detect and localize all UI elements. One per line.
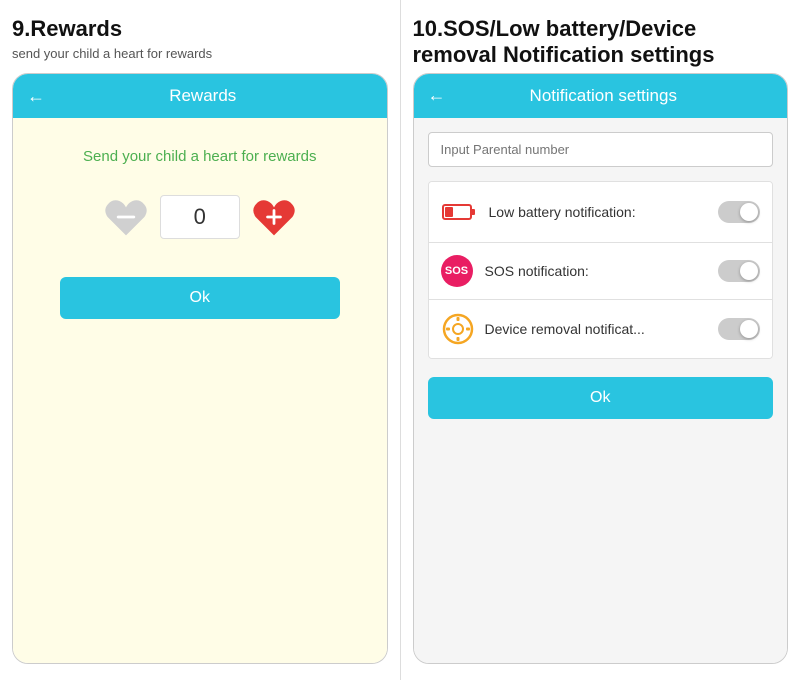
sos-label: SOS notification: — [485, 263, 719, 279]
increase-heart-button[interactable] — [250, 193, 298, 241]
rewards-back-button[interactable]: ← — [27, 86, 45, 107]
parental-number-input[interactable] — [428, 132, 774, 167]
device-icon — [441, 312, 475, 346]
rewards-ok-button[interactable]: Ok — [60, 277, 340, 319]
low-battery-row: Low battery notification: — [429, 182, 773, 243]
device-removal-row: Device removal notificat... — [429, 300, 773, 358]
sos-toggle[interactable] — [718, 260, 760, 282]
notification-phone-shell: ← Notification settings Low battery noti… — [413, 73, 789, 664]
sos-icon: SOS — [441, 255, 473, 287]
device-removal-toggle[interactable] — [718, 318, 760, 340]
rewards-phone-shell: ← Rewards Send your child a heart for re… — [12, 73, 388, 664]
rewards-app-bar-title: Rewards — [57, 86, 349, 106]
notif-ok-button[interactable]: Ok — [428, 377, 774, 419]
left-section-subtitle: send your child a heart for rewards — [12, 46, 388, 61]
notif-app-bar: ← Notification settings — [414, 74, 788, 118]
rewards-app-bar: ← Rewards — [13, 74, 387, 118]
low-battery-toggle[interactable] — [718, 201, 760, 223]
low-battery-label: Low battery notification: — [489, 204, 719, 220]
notif-body: Low battery notification: SOS SOS notifi… — [414, 118, 788, 663]
battery-icon — [441, 194, 477, 230]
counter-display: 0 — [160, 195, 240, 239]
notif-app-bar-title: Notification settings — [458, 86, 750, 106]
device-removal-label: Device removal notificat... — [485, 321, 719, 337]
left-panel: 9.Rewards send your child a heart for re… — [0, 0, 400, 680]
decrease-heart-button[interactable] — [102, 193, 150, 241]
rewards-message: Send your child a heart for rewards — [83, 148, 316, 165]
sos-row: SOS SOS notification: — [429, 243, 773, 300]
rewards-counter: 0 — [102, 193, 298, 241]
rewards-body: Send your child a heart for rewards 0 — [13, 118, 387, 663]
notif-back-button[interactable]: ← — [428, 85, 446, 106]
notification-rows: Low battery notification: SOS SOS notifi… — [428, 181, 774, 359]
right-panel: 10.SOS/Low battery/Device removal Notifi… — [401, 0, 800, 680]
left-section-title: 9.Rewards — [12, 16, 388, 42]
right-section-title: 10.SOS/Low battery/Device removal Notifi… — [413, 16, 789, 69]
